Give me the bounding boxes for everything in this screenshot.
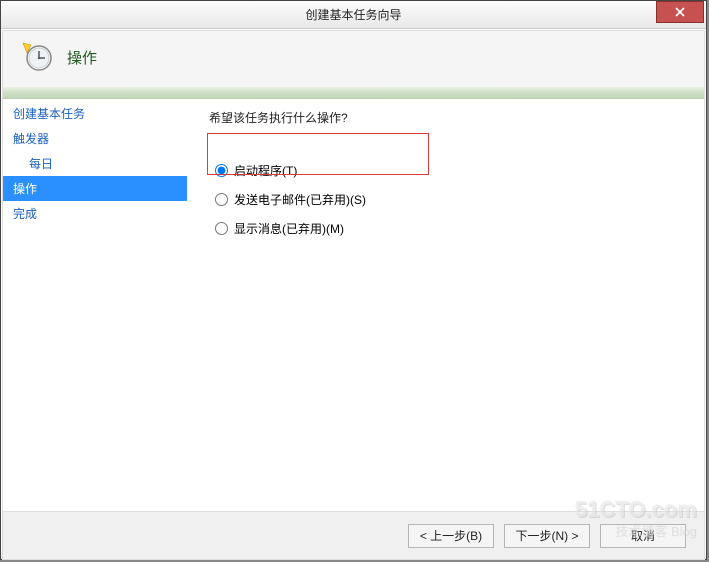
titlebar: 创建基本任务向导 <box>1 1 706 29</box>
radio-label-1: 发送电子邮件(已弃用)(S) <box>234 191 366 208</box>
close-button[interactable] <box>656 1 704 23</box>
wizard-step-title: 操作 <box>67 47 97 68</box>
close-icon <box>675 7 685 17</box>
content-area: 操作 创建基本任务触发器每日操作完成 希望该任务执行什么操作? 启动程序(T)发… <box>2 30 705 560</box>
sidebar: 创建基本任务触发器每日操作完成 <box>3 99 187 511</box>
question-text: 希望该任务执行什么操作? <box>209 109 694 126</box>
radio-input-0[interactable] <box>215 164 228 177</box>
titlebar-title: 创建基本任务向导 <box>305 6 401 23</box>
dialog-window: 创建基本任务向导 操作 创建基本任务触发器每日操作完成 希望该任 <box>0 0 707 560</box>
radio-option-1[interactable]: 发送电子邮件(已弃用)(S) <box>213 185 694 214</box>
radio-input-1[interactable] <box>215 193 228 206</box>
radio-option-2[interactable]: 显示消息(已弃用)(M) <box>213 214 694 243</box>
radio-option-0[interactable]: 启动程序(T) <box>213 156 694 185</box>
sidebar-item-4[interactable]: 完成 <box>3 201 187 226</box>
footer: < 上一步(B) 下一步(N) > 取消 <box>3 511 704 559</box>
radio-label-0: 启动程序(T) <box>234 162 297 179</box>
sidebar-item-1[interactable]: 触发器 <box>3 126 187 151</box>
cancel-button[interactable]: 取消 <box>600 524 686 548</box>
radio-input-2[interactable] <box>215 222 228 235</box>
main-panel: 希望该任务执行什么操作? 启动程序(T) 发送电子邮件(已弃用)(S) 显示消息(已… <box>187 99 704 511</box>
clock-icon <box>21 41 53 73</box>
radio-group: 启动程序(T) 发送电子邮件(已弃用)(S) 显示消息(已弃用)(M) <box>213 156 694 243</box>
wizard-header: 操作 <box>3 31 704 87</box>
header-band <box>3 87 704 99</box>
back-button[interactable]: < 上一步(B) <box>408 524 494 548</box>
sidebar-item-3[interactable]: 操作 <box>3 176 187 201</box>
next-button[interactable]: 下一步(N) > <box>504 524 590 548</box>
radio-label-2: 显示消息(已弃用)(M) <box>234 220 344 237</box>
sidebar-item-2[interactable]: 每日 <box>3 151 187 176</box>
sidebar-item-0[interactable]: 创建基本任务 <box>3 101 187 126</box>
body: 创建基本任务触发器每日操作完成 希望该任务执行什么操作? 启动程序(T) 发送电子… <box>3 99 704 511</box>
